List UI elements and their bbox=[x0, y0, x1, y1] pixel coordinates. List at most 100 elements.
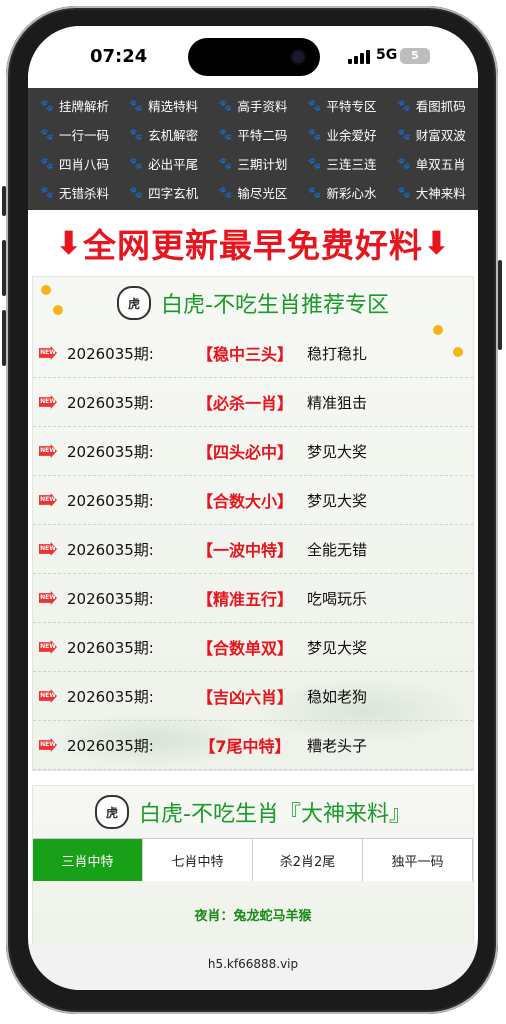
section-header: 虎 白虎-不吃生肖『大神来料』 bbox=[33, 786, 473, 838]
pick-label: 【吉凶六肖】 bbox=[196, 688, 293, 707]
period-label: 2026035期: bbox=[67, 442, 154, 461]
menu-item-label: 看图抓码 bbox=[415, 99, 466, 114]
screen: 07:24 5G 5 🐾 挂牌解析 🐾 精选特料 🐾 高手资料 🐾 平特专区 🐾 看图抓码 🐾 一行一… bbox=[28, 26, 478, 990]
address-bar[interactable]: h5.kf66888.vip bbox=[28, 944, 478, 990]
period-label: 2026035期: bbox=[67, 491, 154, 510]
url-text: h5.kf66888.vip bbox=[207, 957, 299, 971]
list-item: NEW 2026035期: 【必杀一肖】 精准狙击 bbox=[33, 378, 473, 427]
pick-label: 【精准五行】 bbox=[196, 590, 293, 609]
list-item: NEW 2026035期: 【合数单双】 梦见大奖 bbox=[33, 623, 473, 672]
menu-item[interactable]: 🐾 平特二码 bbox=[208, 120, 297, 149]
menu-item-label: 财富双波 bbox=[415, 128, 466, 143]
paw-icon: 🐾 bbox=[40, 157, 54, 170]
arrow-down-icon: ⬇ bbox=[423, 224, 451, 262]
pick-label: 【合数大小】 bbox=[196, 492, 293, 511]
menu-item[interactable]: 🐾 四字玄机 bbox=[119, 178, 208, 207]
paw-icon: 🐾 bbox=[307, 128, 322, 141]
menu-item-label: 三期计划 bbox=[237, 157, 288, 172]
list-item: NEW 2026035期: 【7尾中特】 糟老头子 bbox=[33, 721, 473, 770]
web-content: 🐾 挂牌解析 🐾 精选特料 🐾 高手资料 🐾 平特专区 🐾 看图抓码 🐾 一行一码 🐾 玄机解密 🐾 平特二码… bbox=[28, 88, 478, 944]
paw-icon: 🐾 bbox=[307, 157, 322, 170]
period-label: 2026035期: bbox=[67, 687, 154, 706]
status-bar: 07:24 5G 5 bbox=[28, 26, 478, 88]
new-arrow-icon: NEW bbox=[39, 444, 57, 458]
menu-item-label: 四肖八码 bbox=[58, 157, 109, 172]
list-item: NEW 2026035期: 【合数大小】 梦见大奖 bbox=[33, 476, 473, 525]
menu-item[interactable]: 🐾 精选特料 bbox=[119, 91, 208, 120]
list-item: NEW 2026035期: 【精准五行】 吃喝玩乐 bbox=[33, 574, 473, 623]
network-type: 5G bbox=[376, 47, 398, 63]
menu-item[interactable]: 🐾 三期计划 bbox=[208, 149, 297, 178]
paw-icon: 🐾 bbox=[40, 128, 54, 141]
menu-item-label: 精选特料 bbox=[148, 99, 199, 114]
tiger-icon: 虎 bbox=[95, 795, 130, 829]
tab-item[interactable]: 杀2肖2尾 bbox=[253, 839, 363, 881]
menu-item[interactable]: 🐾 看图抓码 bbox=[387, 91, 476, 120]
menu-item-label: 玄机解密 bbox=[148, 128, 199, 143]
tag-label: 糟老头子 bbox=[307, 736, 368, 755]
tab-bar: 三肖中特 七肖中特 杀2肖2尾 独平一码 bbox=[33, 838, 473, 881]
tab-item[interactable]: 独平一码 bbox=[363, 839, 473, 881]
period-label: 2026035期: bbox=[67, 540, 154, 559]
menu-item[interactable]: 🐾 三连三连 bbox=[298, 149, 387, 178]
menu-item-label: 平特二码 bbox=[237, 128, 288, 143]
menu-item[interactable]: 🐾 平特专区 bbox=[298, 91, 387, 120]
new-arrow-icon: NEW bbox=[39, 542, 57, 556]
menu-item-label: 单双五肖 bbox=[415, 157, 466, 172]
pick-label: 【必杀一肖】 bbox=[196, 394, 293, 413]
menu-item[interactable]: 🐾 输尽光区 bbox=[208, 178, 297, 207]
paw-icon: 🐾 bbox=[129, 99, 144, 112]
banner: ⬇ 全网更新最早免费好料 ⬇ bbox=[28, 210, 478, 276]
camera-icon bbox=[292, 51, 304, 63]
list-item: NEW 2026035期: 【一波中特】 全能无错 bbox=[33, 525, 473, 574]
recommend-section: 虎 白虎-不吃生肖推荐专区 NEW 2026035期: 【稳中三头】 稳打稳扎 NEW 2… bbox=[32, 276, 474, 771]
menu-item[interactable]: 🐾 一行一码 bbox=[30, 120, 119, 149]
section-header: 虎 白虎-不吃生肖推荐专区 bbox=[33, 277, 473, 329]
menu-item[interactable]: 🐾 四肖八码 bbox=[30, 149, 119, 178]
tag-label: 稳打稳扎 bbox=[307, 344, 368, 363]
paw-icon: 🐾 bbox=[40, 186, 54, 199]
tag-label: 精准狙击 bbox=[307, 393, 368, 412]
menu-item[interactable]: 🐾 单双五肖 bbox=[387, 149, 476, 178]
night-zodiac-text: 夜肖：兔龙蛇马羊猴 bbox=[194, 908, 312, 924]
mute-switch bbox=[2, 186, 6, 216]
tag-label: 梦见大奖 bbox=[307, 491, 368, 510]
new-arrow-icon: NEW bbox=[39, 738, 57, 752]
menu-item-label: 新彩心水 bbox=[326, 186, 377, 201]
menu-item-label: 平特专区 bbox=[326, 99, 377, 114]
period-label: 2026035期: bbox=[67, 638, 154, 657]
tab-item[interactable]: 三肖中特 bbox=[33, 839, 143, 881]
tag-label: 吃喝玩乐 bbox=[307, 589, 368, 608]
menu-item-label: 无错杀料 bbox=[58, 186, 109, 201]
status-time: 07:24 bbox=[90, 46, 148, 67]
menu-item-label: 四字玄机 bbox=[148, 186, 199, 201]
pick-label: 【7尾中特】 bbox=[199, 737, 291, 756]
tag-label: 梦见大奖 bbox=[307, 442, 368, 461]
menu-item-label: 输尽光区 bbox=[237, 186, 288, 201]
volume-down-button bbox=[2, 310, 6, 366]
menu-item-label: 挂牌解析 bbox=[58, 99, 109, 114]
section-title: 白虎-不吃生肖推荐专区 bbox=[161, 293, 389, 318]
menu-item[interactable]: 🐾 业余爱好 bbox=[298, 120, 387, 149]
period-label: 2026035期: bbox=[67, 344, 154, 363]
period-label: 2026035期: bbox=[67, 393, 154, 412]
dynamic-island bbox=[188, 38, 320, 76]
master-section: 虎 白虎-不吃生肖『大神来料』 三肖中特 七肖中特 杀2肖2尾 独平一码 夜肖：兔龙蛇… bbox=[32, 785, 474, 944]
volume-up-button bbox=[2, 240, 6, 296]
menu-item[interactable]: 🐾 无错杀料 bbox=[30, 178, 119, 207]
menu-item[interactable]: 🐾 玄机解密 bbox=[119, 120, 208, 149]
menu-item[interactable]: 🐾 大神来料 bbox=[387, 178, 476, 207]
tiger-icon: 虎 bbox=[117, 286, 152, 320]
tab-item[interactable]: 七肖中特 bbox=[143, 839, 253, 881]
paw-icon: 🐾 bbox=[307, 186, 322, 199]
paw-icon: 🐾 bbox=[397, 99, 411, 112]
menu-item-label: 一行一码 bbox=[58, 128, 109, 143]
paw-icon: 🐾 bbox=[40, 99, 54, 112]
new-arrow-icon: NEW bbox=[39, 640, 57, 654]
menu-item[interactable]: 🐾 新彩心水 bbox=[298, 178, 387, 207]
menu-item[interactable]: 🐾 高手资料 bbox=[208, 91, 297, 120]
banner-text: 全网更新最早免费好料 bbox=[83, 226, 423, 265]
menu-item[interactable]: 🐾 必出平尾 bbox=[119, 149, 208, 178]
menu-item[interactable]: 🐾 财富双波 bbox=[387, 120, 476, 149]
menu-item[interactable]: 🐾 挂牌解析 bbox=[30, 91, 119, 120]
